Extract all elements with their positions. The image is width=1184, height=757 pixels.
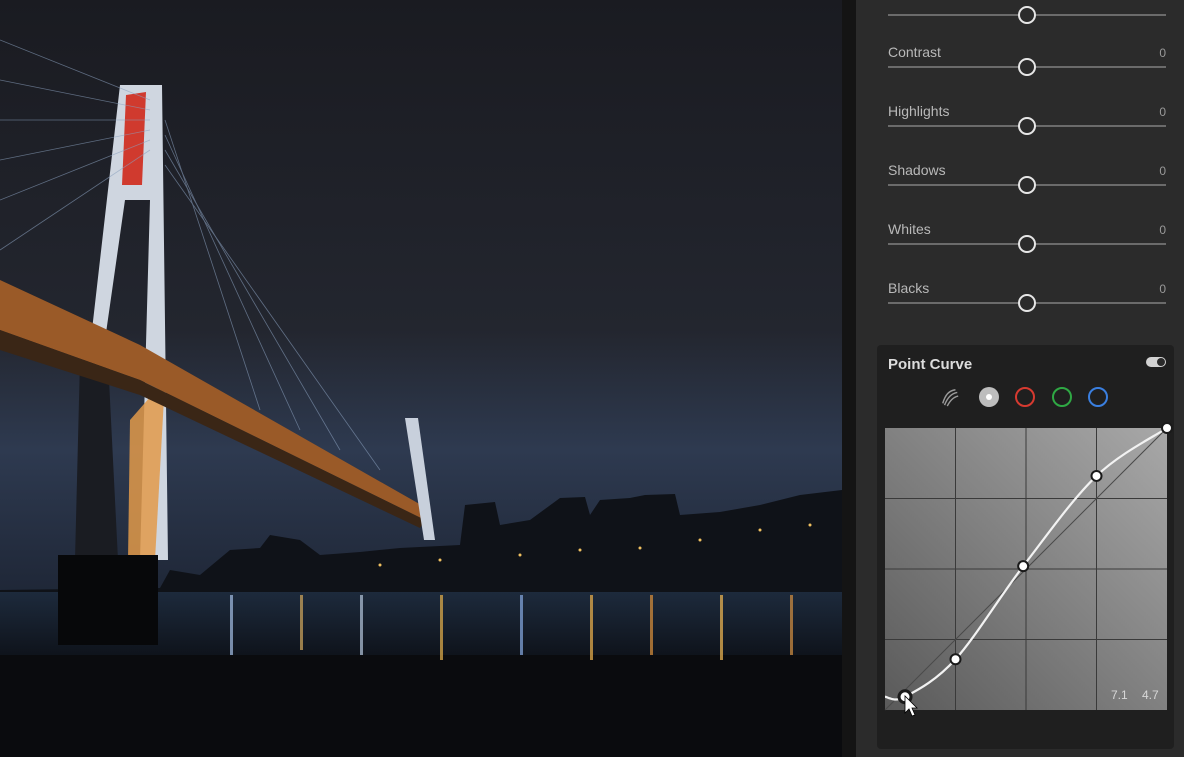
point-curve-section: Point Curve 7.1 4.7 xyxy=(877,345,1174,749)
red-channel-icon[interactable] xyxy=(1015,387,1035,407)
slider-blacks[interactable]: Blacks 0 xyxy=(888,280,1166,320)
slider-label: Highlights xyxy=(888,103,950,119)
slider-thumb[interactable] xyxy=(1018,58,1036,76)
curve-control-point[interactable] xyxy=(1090,469,1103,482)
green-channel-icon[interactable] xyxy=(1052,387,1072,407)
curve-input-readout: 7.1 xyxy=(1111,688,1128,702)
slider-label: Whites xyxy=(888,221,931,237)
panel-divider[interactable] xyxy=(842,0,856,757)
slider-exposure[interactable] xyxy=(888,0,1166,32)
slider-thumb[interactable] xyxy=(1018,176,1036,194)
point-curve-title: Point Curve xyxy=(888,356,973,373)
photo-canvas[interactable] xyxy=(0,0,842,757)
slider-value[interactable]: 0 xyxy=(1159,46,1166,60)
slider-highlights[interactable]: Highlights 0 xyxy=(888,103,1166,143)
curve-control-point[interactable] xyxy=(1017,560,1030,573)
slider-thumb[interactable] xyxy=(1018,294,1036,312)
parametric-curve-icon[interactable] xyxy=(940,387,960,407)
rgb-channel-icon[interactable] xyxy=(979,387,999,407)
curve-control-point[interactable] xyxy=(949,653,962,666)
slider-thumb[interactable] xyxy=(1018,235,1036,253)
slider-value[interactable]: 0 xyxy=(1159,105,1166,119)
slider-label: Blacks xyxy=(888,280,930,296)
bridge-at-night-photo xyxy=(0,0,842,757)
slider-value[interactable]: 0 xyxy=(1159,164,1166,178)
slider-value[interactable]: 0 xyxy=(1159,223,1166,237)
slider-value[interactable]: 0 xyxy=(1159,282,1166,296)
curve-control-point[interactable] xyxy=(1161,422,1173,434)
point-curve-toggle[interactable] xyxy=(1146,357,1166,367)
slider-label: Shadows xyxy=(888,162,946,178)
slider-contrast[interactable]: Contrast 0 xyxy=(888,44,1166,84)
slider-whites[interactable]: Whites 0 xyxy=(888,221,1166,261)
slider-shadows[interactable]: Shadows 0 xyxy=(888,162,1166,202)
slider-label: Contrast xyxy=(888,44,941,60)
slider-thumb[interactable] xyxy=(1018,117,1036,135)
curve-output-readout: 4.7 xyxy=(1142,688,1159,702)
blue-channel-icon[interactable] xyxy=(1088,387,1108,407)
slider-thumb[interactable] xyxy=(1018,6,1036,24)
curve-graph[interactable] xyxy=(884,422,1173,717)
